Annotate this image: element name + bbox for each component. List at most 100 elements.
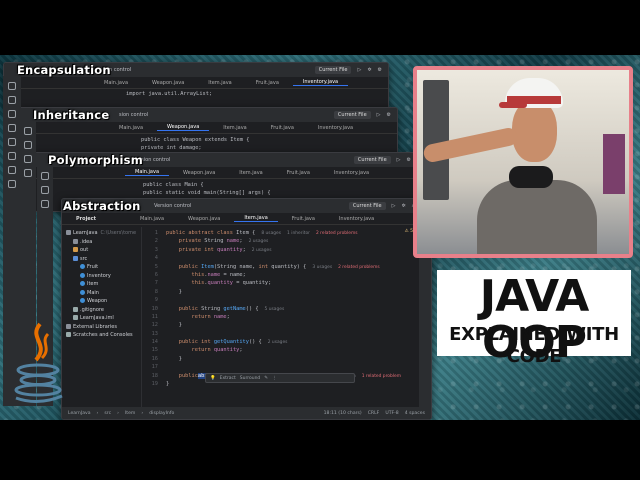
run-tool-icon[interactable] bbox=[24, 155, 32, 163]
terminal-tool-icon[interactable] bbox=[24, 169, 32, 177]
usages-hint[interactable]: 2 usages bbox=[268, 340, 288, 345]
line-number[interactable]: 14 bbox=[142, 338, 158, 346]
tree-item[interactable]: LearnJava.iml bbox=[62, 314, 141, 323]
project-tool-icon[interactable] bbox=[24, 127, 32, 135]
debug-icon[interactable]: ✲ bbox=[402, 203, 406, 209]
line-number[interactable]: 15 bbox=[142, 346, 158, 354]
terminal-tool-icon[interactable] bbox=[8, 152, 16, 160]
line-number[interactable]: 12 bbox=[142, 321, 158, 329]
tab-inventory[interactable]: Inventory.java bbox=[329, 216, 384, 222]
run-config-dropdown[interactable]: Current File bbox=[348, 202, 386, 210]
tree-item[interactable]: Item bbox=[62, 280, 141, 289]
usages-hint[interactable]: 8 usages bbox=[261, 231, 281, 236]
tree-item[interactable]: Scratches and Consoles bbox=[62, 331, 141, 340]
tree-item[interactable]: .idea bbox=[62, 238, 141, 247]
problems-hint[interactable]: 1 related problem bbox=[362, 374, 401, 379]
tab-item[interactable]: Item.java bbox=[198, 80, 241, 86]
tab-fruit[interactable]: Fruit.java bbox=[277, 170, 320, 176]
tab-weapon[interactable]: Weapon.java bbox=[142, 80, 194, 86]
extract-action[interactable]: Extract bbox=[220, 376, 236, 381]
more-icon[interactable]: ⋮ bbox=[272, 376, 277, 381]
tab-item[interactable]: Item.java bbox=[234, 215, 278, 222]
project-tool-icon[interactable] bbox=[41, 172, 49, 180]
structure-tool-icon[interactable] bbox=[8, 110, 16, 118]
surround-action[interactable]: Surround bbox=[240, 376, 261, 381]
bulb-icon[interactable]: 💡 bbox=[210, 376, 216, 381]
tab-fruit[interactable]: Fruit.java bbox=[282, 216, 325, 222]
cursor-position[interactable]: 18:11 (10 chars) bbox=[324, 411, 362, 416]
tab-fruit[interactable]: Fruit.java bbox=[261, 125, 304, 131]
usages-hint[interactable]: 2 usages bbox=[249, 239, 269, 244]
line-number[interactable]: 6 bbox=[142, 271, 158, 279]
breadcrumb-project[interactable]: LearnJava bbox=[68, 411, 91, 416]
tab-main[interactable]: Main.java bbox=[130, 216, 174, 222]
tab-inventory[interactable]: Inventory.java bbox=[308, 125, 363, 131]
tree-item[interactable]: Weapon bbox=[62, 297, 141, 306]
line-number[interactable]: 11 bbox=[142, 313, 158, 321]
line-number[interactable]: 9 bbox=[142, 296, 158, 304]
edit-icon[interactable]: ✎ bbox=[264, 376, 268, 381]
line-number[interactable]: 2 bbox=[142, 237, 158, 245]
line-number[interactable]: 19 bbox=[142, 380, 158, 388]
settings-icon[interactable]: ⚙ bbox=[387, 112, 391, 118]
project-panel-label[interactable]: Project bbox=[66, 216, 126, 222]
run-icon[interactable]: ▷ bbox=[357, 67, 361, 73]
tab-main[interactable]: Main.java bbox=[125, 169, 170, 176]
breadcrumb-src[interactable]: src bbox=[104, 411, 111, 416]
tab-weapon[interactable]: Weapon.java bbox=[178, 216, 230, 222]
indent-setting[interactable]: 4 spaces bbox=[405, 411, 425, 416]
tree-item[interactable]: .gitignore bbox=[62, 306, 141, 315]
run-tool-icon[interactable] bbox=[41, 186, 49, 194]
code-area[interactable]: public abstract class Item {8 usages 1 in… bbox=[166, 229, 419, 388]
line-number[interactable]: 16 bbox=[142, 355, 158, 363]
tab-weapon[interactable]: Weapon.java bbox=[157, 124, 210, 131]
tree-item[interactable]: External Libraries bbox=[62, 323, 141, 332]
settings-icon[interactable]: ⚙ bbox=[407, 157, 411, 163]
run-config-dropdown[interactable]: Current File bbox=[314, 66, 352, 74]
tab-inventory[interactable]: Inventory.java bbox=[292, 79, 349, 86]
tab-weapon[interactable]: Weapon.java bbox=[173, 170, 225, 176]
run-tool-icon[interactable] bbox=[8, 138, 16, 146]
tab-main[interactable]: Main.java bbox=[94, 80, 138, 86]
line-number[interactable]: 8 bbox=[142, 288, 158, 296]
problems-tool-icon[interactable] bbox=[8, 166, 16, 174]
project-tool-icon[interactable] bbox=[8, 82, 16, 90]
settings-icon[interactable]: ⚙ bbox=[378, 67, 382, 73]
line-separator[interactable]: CRLF bbox=[368, 411, 380, 416]
line-number[interactable]: 5 bbox=[142, 263, 158, 271]
git-tool-icon[interactable] bbox=[8, 180, 16, 188]
commit-tool-icon[interactable] bbox=[8, 96, 16, 104]
line-number[interactable]: 10 bbox=[142, 305, 158, 313]
more-tools-icon[interactable] bbox=[8, 124, 16, 132]
warning-indicator[interactable]: ⚠ 5 bbox=[404, 229, 413, 234]
run-icon[interactable]: ▷ bbox=[397, 157, 401, 163]
breadcrumb-class[interactable]: Item bbox=[125, 411, 135, 416]
line-number[interactable]: 18 bbox=[142, 372, 158, 380]
breadcrumb-method[interactable]: displayInfo bbox=[149, 411, 174, 416]
tree-item[interactable]: out bbox=[62, 246, 141, 255]
tab-inventory[interactable]: Inventory.java bbox=[324, 170, 379, 176]
line-number[interactable]: 17 bbox=[142, 363, 158, 371]
line-number[interactable]: 13 bbox=[142, 330, 158, 338]
usages-hint[interactable]: 3 usages bbox=[312, 265, 332, 270]
tab-fruit[interactable]: Fruit.java bbox=[246, 80, 289, 86]
terminal-tool-icon[interactable] bbox=[41, 200, 49, 208]
debug-icon[interactable]: ✲ bbox=[367, 67, 371, 73]
tab-item[interactable]: Item.java bbox=[229, 170, 272, 176]
tab-item[interactable]: Item.java bbox=[213, 125, 256, 131]
tab-main[interactable]: Main.java bbox=[109, 125, 153, 131]
line-number[interactable]: 3 bbox=[142, 246, 158, 254]
tree-item[interactable]: Main bbox=[62, 289, 141, 298]
inheritors-hint[interactable]: 1 inheritor bbox=[287, 231, 310, 236]
version-control-label[interactable]: sion control bbox=[119, 112, 148, 118]
line-number[interactable]: 7 bbox=[142, 279, 158, 287]
run-icon[interactable]: ▷ bbox=[392, 203, 396, 209]
structure-tool-icon[interactable] bbox=[24, 141, 32, 149]
line-number[interactable]: 4 bbox=[142, 254, 158, 262]
tree-item[interactable]: Fruit bbox=[62, 263, 141, 272]
run-icon[interactable]: ▷ bbox=[377, 112, 381, 118]
tree-item[interactable]: Inventory bbox=[62, 272, 141, 281]
problems-hint[interactable]: 2 related problems bbox=[316, 231, 358, 236]
usages-hint[interactable]: 5 usages bbox=[265, 307, 285, 312]
problems-hint[interactable]: 2 related problems bbox=[338, 265, 380, 270]
